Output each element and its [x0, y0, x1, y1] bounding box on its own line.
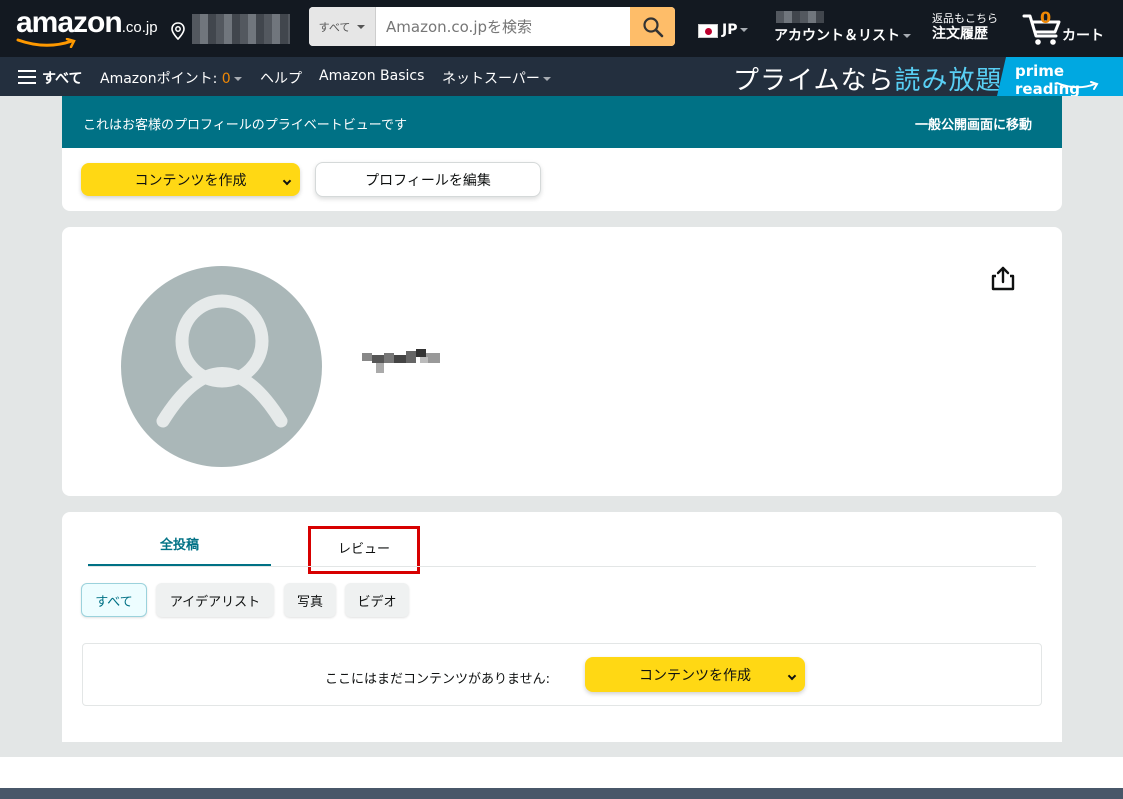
tab-all-posts[interactable]: 全投稿: [88, 526, 271, 566]
logo-smile-icon: [16, 38, 76, 48]
redacted-profile-name: [362, 349, 440, 373]
filter-chip-video[interactable]: ビデオ: [345, 583, 409, 617]
redacted-username: [776, 11, 824, 23]
search-button[interactable]: [630, 7, 675, 46]
search-icon: [642, 16, 663, 37]
location-pin-icon[interactable]: [170, 22, 186, 40]
profile-card: [62, 227, 1062, 496]
prime-smile-icon: [1056, 81, 1099, 90]
profile-actions-card: これはお客様のプロフィールのプライベートビューです 一般公開画面に移動 コンテン…: [62, 96, 1062, 211]
help-link[interactable]: ヘルプ: [260, 68, 302, 88]
public-view-link[interactable]: 一般公開画面に移動: [915, 114, 1032, 133]
edit-profile-button[interactable]: プロフィールを編集: [315, 162, 541, 197]
amazon-points-link[interactable]: Amazonポイント: 0: [100, 68, 242, 88]
posts-card: 全投稿 レビュー すべて アイデアリスト 写真 ビデオ ここにはまだコンテンツが…: [62, 512, 1062, 742]
japan-flag-icon[interactable]: [698, 24, 718, 38]
top-nav: amazon.co.jp すべて JP アカウント＆リスト 返品もこちら 注文履…: [0, 0, 1123, 57]
language-selector[interactable]: JP: [722, 22, 749, 38]
prime-reading-badge: prime reading: [997, 57, 1123, 96]
default-user-icon: [156, 294, 288, 428]
hamburger-menu-icon[interactable]: [18, 70, 36, 84]
net-super-link[interactable]: ネットスーパー: [442, 68, 551, 88]
share-icon[interactable]: [990, 265, 1016, 291]
footer-bar: [0, 788, 1123, 799]
prime-reading-promo[interactable]: プライムなら読み放題 prime reading: [733, 57, 1123, 96]
filter-chip-all[interactable]: すべて: [81, 583, 147, 617]
search-input[interactable]: [376, 7, 630, 46]
filter-chip-idea-list[interactable]: アイデアリスト: [156, 583, 274, 617]
empty-content-box: ここにはまだコンテンツがありません: コンテンツを作成: [82, 643, 1042, 706]
tab-divider: [88, 566, 1036, 567]
redacted-address: [192, 14, 290, 44]
search-category-select[interactable]: すべて: [309, 7, 376, 46]
chevron-down-icon: [787, 671, 797, 681]
all-menu-button[interactable]: すべて: [42, 68, 82, 88]
page-bottom-area: [0, 757, 1123, 788]
avatar: [121, 266, 322, 467]
cart-label[interactable]: カート: [1062, 25, 1104, 45]
private-view-message: これはお客様のプロフィールのプライベートビューです: [83, 118, 407, 133]
private-view-banner: これはお客様のプロフィールのプライベートビューです 一般公開画面に移動: [62, 96, 1062, 148]
returns-orders-link[interactable]: 返品もこちら 注文履歴: [932, 12, 998, 43]
create-content-button[interactable]: コンテンツを作成: [81, 163, 300, 196]
promo-text: プライムなら読み放題: [733, 66, 1003, 96]
create-content-button-empty[interactable]: コンテンツを作成: [585, 657, 805, 692]
empty-state-message: ここにはまだコンテンツがありません:: [325, 672, 550, 687]
cart-count: 0: [1040, 8, 1052, 27]
chevron-down-icon: [282, 176, 292, 186]
account-lists-menu[interactable]: アカウント＆リスト: [774, 25, 911, 45]
filter-chip-photo[interactable]: 写真: [284, 583, 336, 617]
search-bar: すべて: [309, 7, 675, 46]
amazon-basics-link[interactable]: Amazon Basics: [319, 68, 424, 84]
